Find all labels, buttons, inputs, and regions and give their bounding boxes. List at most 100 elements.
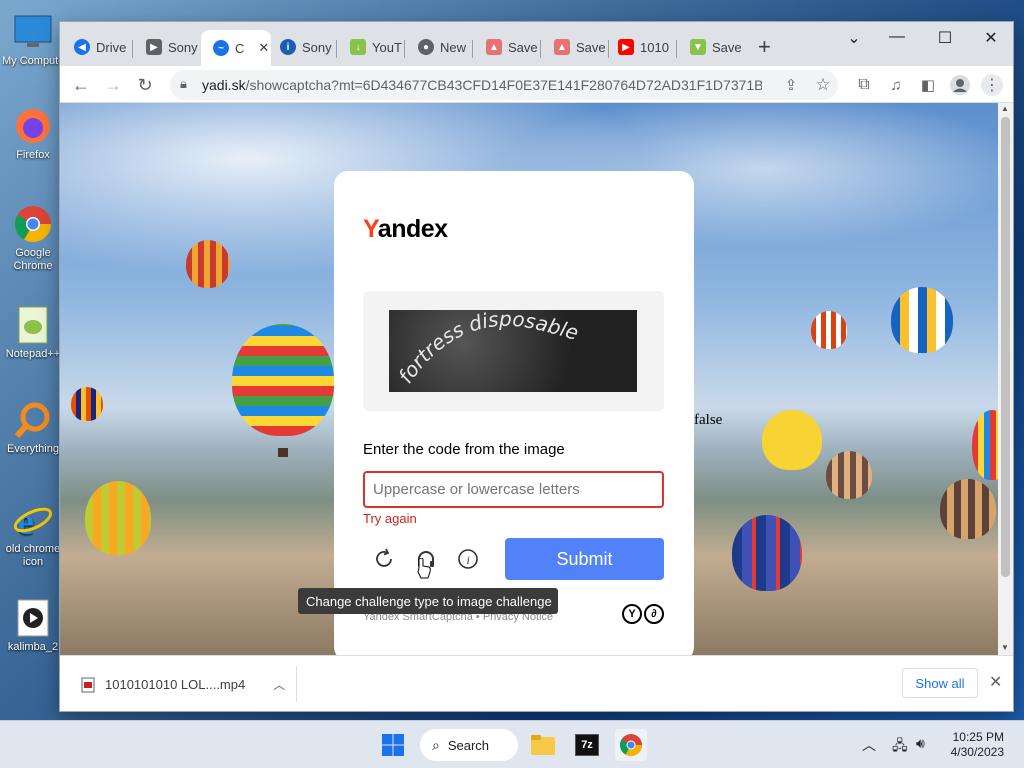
- minimize-button[interactable]: —: [887, 28, 907, 46]
- desktop-icon-old-chrome[interactable]: e old chrome icon: [2, 500, 64, 569]
- desktop-icon-everything[interactable]: Everything: [2, 400, 64, 456]
- desktop-icon-google-chrome[interactable]: Google Chrome: [2, 204, 64, 273]
- close-download-bar-icon[interactable]: ✕: [989, 672, 1002, 692]
- reload-icon[interactable]: ↻: [134, 74, 156, 96]
- network-icon[interactable]: 🖧︎: [892, 735, 908, 759]
- balloon-decoration: [71, 387, 103, 421]
- chrome-icon: ●: [418, 39, 434, 55]
- maximize-button[interactable]: ☐: [935, 28, 955, 48]
- balloon-decoration: [811, 311, 847, 349]
- scrollbar-thumb[interactable]: [1001, 117, 1010, 577]
- taskbar-chrome[interactable]: [615, 729, 647, 761]
- browser-window: ◀ Drive ▶ Sony ~ C ✕ i Sony ↓ YouT ● New…: [59, 21, 1014, 712]
- download-item[interactable]: 1010101010 LOL....mp4 ︿: [81, 676, 285, 693]
- menu-kebab-icon[interactable]: ⋮: [981, 74, 1003, 96]
- taskbar-file-explorer[interactable]: [527, 729, 559, 761]
- scroll-up-arrow-icon[interactable]: ▲: [1001, 104, 1009, 113]
- share-icon[interactable]: ⇪: [780, 74, 802, 96]
- notepad-plus-plus-icon: [13, 305, 53, 345]
- captcha-icon: ~: [213, 40, 229, 56]
- tab-drive[interactable]: ◀ Drive: [60, 34, 130, 60]
- tab-sony-2[interactable]: i Sony: [266, 34, 336, 60]
- browser-toolbar: ← → ↻ 🔒︎ yadi.sk/showcaptcha?mt=6D434677…: [60, 66, 1013, 103]
- taskbar: ⌕ Search 7z ︿ 🖧︎ 🔊︎ 10:25 PM 4/30/2023: [0, 720, 1024, 768]
- tooltip-change-challenge: Change challenge type to image challenge: [298, 588, 558, 614]
- page-scrollbar[interactable]: ▲ ▼: [998, 103, 1013, 655]
- new-tab-button[interactable]: +: [758, 36, 771, 58]
- chevron-up-icon[interactable]: ︿: [273, 676, 285, 693]
- svg-text:fortress disposable: fortress disposable: [393, 310, 581, 388]
- volume-icon[interactable]: 🔊︎: [916, 735, 925, 752]
- balloon-decoration: [85, 481, 151, 555]
- balloon-decoration: [940, 479, 996, 539]
- svg-text:i: i: [467, 553, 470, 567]
- youtube-icon: ▶: [618, 39, 634, 55]
- start-button[interactable]: [377, 729, 409, 761]
- error-message: Try again: [363, 511, 417, 526]
- scroll-down-arrow-icon[interactable]: ▼: [1001, 643, 1009, 652]
- tab-strip: ◀ Drive ▶ Sony ~ C ✕ i Sony ↓ YouT ● New…: [60, 22, 1013, 66]
- tab-save-2[interactable]: ▲ Save: [540, 34, 608, 60]
- desktop-icon-kalimba[interactable]: kalimba_2: [2, 598, 64, 654]
- taskbar-clock[interactable]: 10:25 PM 4/30/2023: [944, 730, 1004, 760]
- forward-icon[interactable]: →: [102, 74, 124, 96]
- balloon-decoration: [232, 324, 334, 436]
- firefox-icon: [13, 106, 53, 146]
- show-all-downloads-button[interactable]: Show all: [902, 668, 978, 698]
- balloon-decoration: [186, 240, 230, 288]
- desktop-icon-my-computer[interactable]: My Computer: [2, 12, 64, 68]
- tab-search-button[interactable]: ⌄: [844, 28, 864, 48]
- stray-false-text: false: [694, 412, 723, 428]
- save-icon: ▲: [486, 39, 502, 55]
- profile-avatar-icon[interactable]: [949, 74, 971, 96]
- download-icon: ↓: [350, 39, 366, 55]
- submit-button[interactable]: Submit: [505, 538, 664, 580]
- tab-save-3[interactable]: ▼ Save: [676, 34, 746, 60]
- url-text: yadi.sk/showcaptcha?mt=6D434677CB43CFD14…: [202, 77, 762, 93]
- balloon-decoration: [826, 451, 872, 499]
- tab-captcha-active[interactable]: ~ C ✕: [201, 30, 271, 66]
- download-bar: 1010101010 LOL....mp4 ︿ Show all ✕: [60, 655, 1013, 711]
- captcha-image-box: fortress disposable: [363, 291, 664, 411]
- refresh-captcha-button[interactable]: [371, 546, 397, 572]
- taskbar-search[interactable]: ⌕ Search: [420, 729, 518, 761]
- captcha-code-input[interactable]: [363, 471, 664, 508]
- yandex-y-mark-icon: Y: [622, 604, 642, 624]
- save-icon: ▲: [554, 39, 570, 55]
- media-file-icon: [13, 598, 53, 638]
- sony-icon: i: [280, 39, 296, 55]
- balloon-decoration: [732, 515, 802, 591]
- side-panel-icon[interactable]: ◧: [917, 74, 939, 96]
- tab-youtube[interactable]: ▶ 1010: [604, 34, 676, 60]
- back-icon[interactable]: ←: [70, 74, 92, 96]
- video-file-icon: [81, 677, 95, 692]
- tab-save-1[interactable]: ▲ Save: [472, 34, 540, 60]
- media-control-icon[interactable]: ♫: [885, 74, 907, 96]
- desktop-icon-notepad-plus-plus[interactable]: Notepad++: [2, 305, 64, 361]
- desktop-icon-firefox[interactable]: Firefox: [2, 106, 64, 162]
- taskbar-7zip[interactable]: 7z: [571, 729, 603, 761]
- lock-icon[interactable]: 🔒︎: [180, 76, 187, 92]
- captcha-prompt: Enter the code from the image: [363, 441, 565, 458]
- refresh-icon: [376, 548, 392, 567]
- drive-icon: ◀: [74, 39, 90, 55]
- info-icon: i: [458, 549, 478, 569]
- tab-youtube-downloader[interactable]: ↓ YouT: [336, 34, 404, 60]
- chrome-icon: [13, 204, 53, 244]
- extensions-icon[interactable]: ⧉: [853, 74, 875, 96]
- info-button[interactable]: i: [455, 546, 481, 572]
- chrome-icon: [620, 734, 642, 756]
- address-bar[interactable]: 🔒︎ yadi.sk/showcaptcha?mt=6D434677CB43CF…: [170, 70, 838, 100]
- close-window-button[interactable]: ✕: [981, 28, 1001, 48]
- tab-sony-1[interactable]: ▶ Sony: [132, 34, 200, 60]
- balloon-decoration: [891, 287, 953, 353]
- tray-overflow-chevron-icon[interactable]: ︿: [862, 735, 876, 755]
- yandex-logo: Yandex: [363, 215, 448, 243]
- mouse-cursor-icon: [417, 558, 431, 579]
- bookmark-star-icon[interactable]: ☆: [812, 74, 834, 96]
- internet-explorer-icon: e: [13, 500, 53, 540]
- page-content: false Yandex fortress disposable Enter t…: [60, 103, 998, 655]
- smartcaptcha-mark-icon: ∂: [644, 604, 664, 624]
- tab-new[interactable]: ● New: [404, 34, 472, 60]
- sony-icon: ▶: [146, 39, 162, 55]
